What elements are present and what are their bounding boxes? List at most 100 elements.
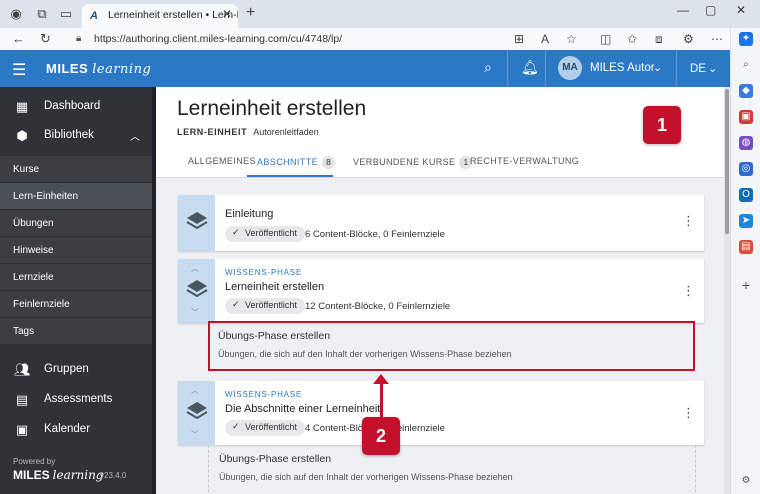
sidebar-item-feinlernziele[interactable]: Feinlernziele — [0, 291, 152, 317]
sidebar-item-bibliothek[interactable]: ⬢ Bibliothek ︿ — [0, 121, 152, 149]
section-title: Einleitung — [225, 208, 274, 220]
highlight-frame — [208, 321, 695, 371]
sidebar-item-lernziele[interactable]: Lernziele — [0, 264, 152, 290]
miles-logo[interactable]: MILES learning — [46, 61, 151, 77]
extensions-icon[interactable]: ⚙ — [683, 32, 694, 46]
url-text: https://authoring.client.miles-learning.… — [94, 33, 343, 45]
workspaces-icon[interactable]: ⧉ — [34, 6, 50, 22]
add-sidebar-app-icon[interactable]: + — [739, 278, 753, 292]
version-label: v23.4.0 — [100, 471, 127, 480]
sidebar-item-hinweise[interactable]: Hinweise — [0, 237, 152, 263]
copilot-icon[interactable]: ✦ — [739, 32, 753, 46]
tab-allgemeines[interactable]: ALLGEMEINES — [188, 153, 256, 177]
check-icon: ✓ — [232, 421, 240, 431]
main-content: Lerneinheit erstellen LERN-EINHEIT Autore… — [156, 87, 730, 494]
new-tab-button[interactable]: + — [246, 4, 255, 22]
games-icon[interactable]: ◍ — [739, 136, 753, 150]
section-meta: 12 Content-Blöcke, 0 Feinlernziele — [305, 301, 451, 312]
more-vert-icon[interactable]: ⋮ — [682, 283, 695, 299]
move-up-icon[interactable]: ︿ — [191, 263, 199, 274]
favorite-star-icon[interactable]: ☆ — [566, 32, 577, 46]
dashboard-icon: ▦ — [15, 99, 29, 114]
app-sidebar: ▦ Dashboard ⬢ Bibliothek ︿ Kurse Lern-Ei… — [0, 87, 156, 494]
lock-icon: 🔒︎ — [76, 33, 82, 44]
annotation-arrow-line — [380, 382, 383, 422]
app-tile-icon[interactable]: ▤ — [739, 240, 753, 254]
more-vert-icon[interactable]: ⋮ — [682, 405, 695, 421]
collections-icon[interactable]: ⧈ — [655, 32, 663, 47]
scrollbar-thumb[interactable] — [725, 89, 729, 234]
bell-icon[interactable]: 🔔︎ — [521, 59, 539, 76]
section-card[interactable]: ︿ ﹀ WISSENS-PHASE Lerneinheit erstellen … — [178, 259, 704, 323]
sidebar-item-gruppen[interactable]: 👥︎ Gruppen — [0, 355, 152, 383]
section-title: Lerneinheit erstellen — [225, 281, 325, 293]
tab-abschnitte[interactable]: ABSCHNITTE 8 — [247, 153, 336, 177]
section-drag-handle[interactable]: ︿ ﹀ — [178, 259, 215, 323]
move-down-icon[interactable]: ﹀ — [191, 429, 199, 440]
app-header: ☰ MILES learning ⌕ 🔔︎ MA MILES Autor ⌄ DE… — [0, 50, 730, 87]
sidebar-item-lern-einheiten[interactable]: Lern-Einheiten — [0, 183, 152, 209]
layers-icon — [186, 212, 208, 230]
more-menu-icon[interactable]: ⋯ — [711, 32, 723, 46]
menu-icon[interactable]: ☰ — [12, 60, 26, 80]
phase-label: WISSENS-PHASE — [225, 390, 303, 399]
back-icon[interactable]: ← — [12, 31, 25, 46]
practice-phase-description: Übungen, die sich auf den Inhalt der vor… — [219, 472, 513, 482]
section-drag-handle[interactable] — [178, 195, 215, 251]
maximize-icon[interactable]: ▢ — [705, 3, 716, 17]
url-field[interactable]: 🔒︎ https://authoring.client.miles-learni… — [68, 30, 502, 48]
section-card[interactable]: ︿ ﹀ WISSENS-PHASE Die Abschnitte einer L… — [178, 381, 704, 445]
read-aloud-icon[interactable]: A — [541, 32, 549, 46]
sidebar-item-dashboard[interactable]: ▦ Dashboard — [0, 92, 152, 120]
sidebar-item-kurse[interactable]: Kurse — [0, 156, 152, 182]
browser-tab-title: Lerneinheit erstellen • Lern-Einhe — [108, 9, 238, 21]
send-icon[interactable]: ➤ — [739, 214, 753, 228]
section-card[interactable]: Einleitung ✓ Veröffentlicht 6 Content-Blö… — [178, 195, 704, 251]
sidebar-item-assessments[interactable]: ▤ Assessments — [0, 385, 152, 413]
chevron-down-icon: ⌄ — [708, 63, 718, 75]
sidebar-item-uebungen[interactable]: Übungen — [0, 210, 152, 236]
move-up-icon[interactable]: ︿ — [191, 385, 199, 396]
browser-address-bar: ← ↻ 🔒︎ https://authoring.client.miles-le… — [0, 28, 730, 50]
close-tab-icon[interactable]: ✕ — [222, 7, 232, 21]
section-drag-handle[interactable]: ︿ ﹀ — [178, 381, 215, 445]
browser-tab-strip: ◉ ⧉ ▭ A Lerneinheit erstellen • Lern-Ein… — [0, 0, 760, 28]
layers-icon — [186, 280, 208, 298]
close-window-icon[interactable]: ✕ — [736, 3, 746, 17]
main-scrollbar[interactable] — [724, 87, 730, 494]
header-divider — [507, 50, 508, 87]
tools-icon[interactable]: ▣ — [739, 110, 753, 124]
more-vert-icon[interactable]: ⋮ — [682, 213, 695, 229]
split-screen-icon[interactable]: ◫ — [600, 32, 611, 46]
avatar: MA — [558, 56, 582, 80]
callout-1: 1 — [643, 106, 681, 144]
profile-icon[interactable]: ◉ — [8, 6, 24, 22]
tab-actions-icon[interactable]: ▭ — [58, 6, 74, 22]
search-icon[interactable]: ⌕ — [484, 59, 492, 76]
check-icon: ✓ — [232, 299, 240, 309]
search-sidebar-icon[interactable]: ⌕ — [739, 58, 753, 72]
sidebar-item-tags[interactable]: Tags — [0, 318, 152, 344]
reload-icon[interactable]: ↻ — [40, 31, 51, 47]
shopping-icon[interactable]: ◆ — [739, 84, 753, 98]
sidebar-item-kalender[interactable]: ▣ Kalender — [0, 415, 152, 443]
tab-badge: 8 — [322, 156, 336, 169]
header-divider — [545, 50, 546, 87]
minimize-icon[interactable]: — — [677, 3, 689, 17]
microsoft-365-icon[interactable]: ◎ — [739, 162, 753, 176]
page-header: Lerneinheit erstellen LERN-EINHEIT Autore… — [156, 87, 724, 178]
move-down-icon[interactable]: ﹀ — [191, 307, 199, 318]
status-badge: ✓ Veröffentlicht — [225, 226, 305, 242]
tab-verbundene-kurse[interactable]: VERBUNDENE KURSE 1 — [353, 153, 473, 177]
section-title: Die Abschnitte einer Lerneinheit — [225, 403, 381, 415]
status-badge: ✓ Veröffentlicht — [225, 420, 305, 436]
favorites-icon[interactable]: ✩ — [627, 32, 637, 46]
language-select[interactable]: DE — [690, 63, 706, 75]
tab-rechte-verwaltung[interactable]: RECHTE-VERWALTUNG — [470, 153, 579, 177]
app-available-icon[interactable]: ⊞ — [514, 32, 524, 46]
outlook-icon[interactable]: O — [739, 188, 753, 202]
practice-phase-placeholder[interactable]: Übungs-Phase erstellen Übungen, die sich… — [208, 445, 696, 494]
browser-tab-active[interactable]: A Lerneinheit erstellen • Lern-Einhe ✕ — [82, 4, 238, 28]
user-name: MILES Autor — [590, 62, 655, 74]
sidebar-settings-icon[interactable]: ⚙ — [739, 474, 753, 488]
